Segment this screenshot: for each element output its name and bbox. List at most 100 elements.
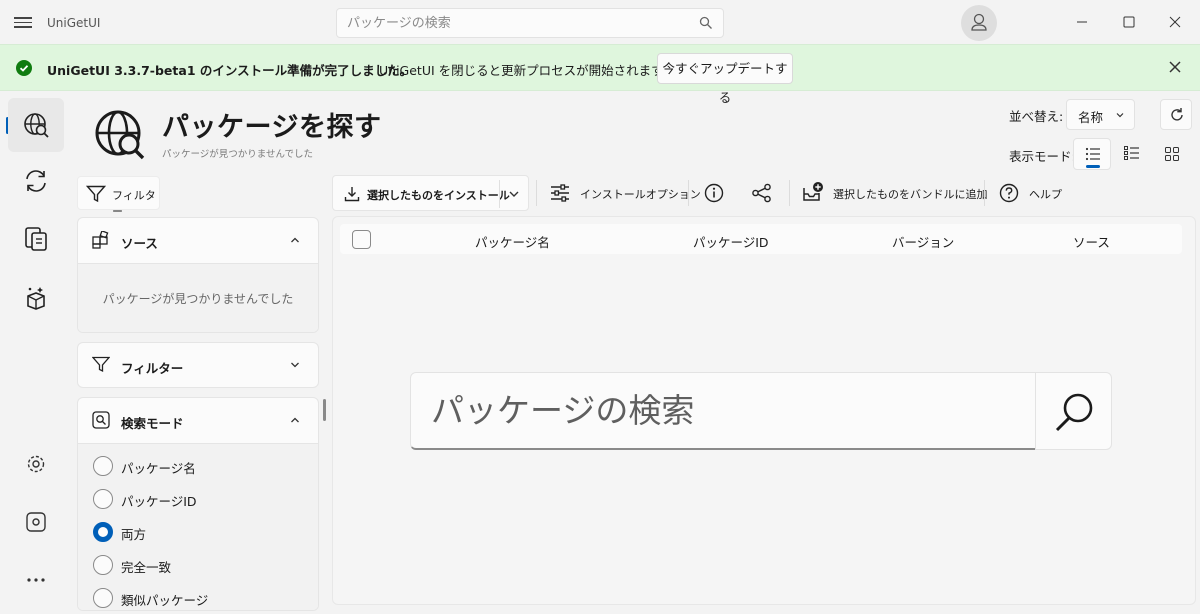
options-sliders-icon (551, 184, 569, 202)
filters-panel-header[interactable]: フィルター (78, 343, 318, 387)
install-selected-button[interactable]: 選択したものをインストール (332, 175, 529, 211)
action-toolbar: 選択したものをインストール インストールオプション 選択したものをバンドルに追加… (332, 175, 1196, 211)
search-icon (1055, 393, 1093, 432)
radio-option-both[interactable]: 両方 (78, 514, 318, 547)
main-search-button[interactable] (1035, 372, 1112, 450)
chevron-up-icon (291, 237, 299, 243)
radio-button-selected[interactable] (93, 522, 113, 542)
column-package-name[interactable]: パッケージ名 (475, 232, 550, 251)
table-header: パッケージ名 パッケージID バージョン ソース (340, 224, 1182, 254)
share-icon[interactable] (751, 183, 772, 203)
nav-bundles[interactable] (8, 271, 64, 325)
view-grid-button[interactable] (1153, 138, 1191, 170)
installed-packages-icon (25, 227, 47, 251)
chevron-up-icon (291, 417, 299, 423)
radio-button[interactable] (93, 588, 113, 608)
package-bundle-icon (27, 287, 45, 310)
user-avatar[interactable] (961, 5, 997, 41)
main-search-field[interactable] (410, 372, 1036, 450)
page-title: パッケージを探す (162, 112, 382, 143)
toolbar-separator (789, 180, 790, 206)
radio-option-package-name[interactable]: パッケージ名 (78, 448, 318, 481)
add-to-bundle-button[interactable]: 選択したものをバンドルに追加 (802, 175, 988, 211)
radio-option-exact-match[interactable]: 完全一致 (78, 547, 318, 580)
radio-button[interactable] (93, 456, 113, 476)
search-mode-icon (92, 411, 110, 429)
minimize-icon[interactable] (1070, 10, 1094, 34)
toggle-filters-button[interactable]: フィルター (77, 176, 160, 218)
toolbar-separator (688, 180, 689, 206)
sort-value: 名称 (1078, 110, 1104, 125)
sync-icon (26, 170, 46, 192)
page-subtitle: パッケージが見つかりませんでした (162, 149, 314, 160)
view-list-button[interactable] (1073, 138, 1111, 170)
search-mode-panel-title: 検索モード (121, 416, 184, 431)
toolbar-separator (536, 180, 537, 206)
filters-panel-title: フィルター (121, 361, 184, 376)
sources-panel: ソース パッケージが見つかりませんでした (77, 217, 319, 333)
radio-option-package-id[interactable]: パッケージID (78, 481, 318, 514)
top-search-input[interactable] (337, 9, 677, 37)
download-icon (344, 187, 360, 202)
filter-icon (92, 356, 110, 373)
hamburger-menu-icon[interactable] (12, 14, 34, 32)
sources-panel-header[interactable]: ソース (78, 218, 318, 263)
chevron-down-icon[interactable] (508, 189, 520, 199)
package-details-info-icon[interactable] (704, 183, 724, 203)
update-ready-infobar: UniGetUI 3.3.7-beta1 のインストール準備が完了しました。 U… (0, 44, 1200, 105)
column-version[interactable]: バージョン (892, 232, 954, 251)
nav-installed[interactable] (8, 212, 64, 266)
split-divider (499, 180, 500, 208)
view-mode-label: 表示モード: (1009, 149, 1076, 164)
filter-icon (86, 185, 106, 203)
search-mode-panel-header[interactable]: 検索モード (78, 398, 318, 443)
radio-button[interactable] (93, 489, 113, 509)
view-detailed-button[interactable] (1113, 138, 1151, 170)
user-icon (971, 13, 987, 31)
app-title: UniGetUI (47, 16, 101, 30)
infobar-message: UniGetUI を閉じると更新プロセスが開始されます (379, 63, 664, 78)
update-now-button[interactable]: 今すぐアップデートする (657, 53, 793, 105)
select-all-checkbox[interactable] (352, 230, 371, 249)
help-label: ヘルプ (1029, 188, 1062, 201)
left-panel-scrollbar[interactable] (323, 399, 326, 421)
install-options-button[interactable]: インストールオプション (548, 175, 701, 211)
close-window-icon[interactable] (1163, 10, 1187, 34)
main-search-input[interactable] (411, 373, 1011, 447)
reload-button[interactable] (1160, 99, 1192, 130)
nav-discover[interactable] (8, 98, 64, 152)
column-package-id[interactable]: パッケージID (693, 232, 769, 251)
more-icon[interactable] (22, 566, 50, 594)
maximize-icon[interactable] (1117, 10, 1141, 34)
success-check-icon (16, 60, 32, 76)
sort-dropdown[interactable]: 名称 (1066, 99, 1135, 130)
toolbar-separator (984, 180, 985, 206)
top-search-box[interactable] (336, 8, 724, 38)
nav-updates[interactable] (8, 154, 64, 208)
radio-label: 完全一致 (121, 560, 172, 575)
refresh-icon (1171, 108, 1183, 121)
filter-button-label: フィルター (112, 189, 156, 218)
settings-icon[interactable] (22, 450, 50, 478)
search-icon[interactable] (699, 16, 713, 30)
list-view-icon (1085, 147, 1100, 161)
title-bar: UniGetUI (0, 0, 1200, 44)
chevron-down-icon (291, 362, 299, 368)
radio-label: パッケージID (121, 494, 197, 509)
sources-panel-body: パッケージが見つかりませんでした (78, 263, 318, 332)
sources-empty-text: パッケージが見つかりませんでした (102, 292, 294, 306)
close-infobar-icon[interactable] (1167, 59, 1183, 75)
column-source[interactable]: ソース (1073, 232, 1110, 251)
add-to-bundle-label: 選択したものをバンドルに追加 (833, 188, 988, 201)
manager-settings-icon[interactable] (22, 508, 50, 536)
help-icon (999, 183, 1019, 203)
install-selected-label: 選択したものをインストール (367, 189, 510, 202)
discover-globe-icon (95, 110, 145, 160)
radio-button[interactable] (93, 555, 113, 575)
radio-label: 類似パッケージ (121, 593, 209, 608)
add-to-bundle-icon (803, 182, 823, 201)
help-button[interactable]: ヘルプ (999, 175, 1069, 211)
infobar-title: UniGetUI 3.3.7-beta1 のインストール準備が完了しました。 (47, 63, 413, 78)
radio-label: 両方 (121, 527, 147, 542)
radio-option-similar[interactable]: 類似パッケージ (78, 580, 318, 610)
